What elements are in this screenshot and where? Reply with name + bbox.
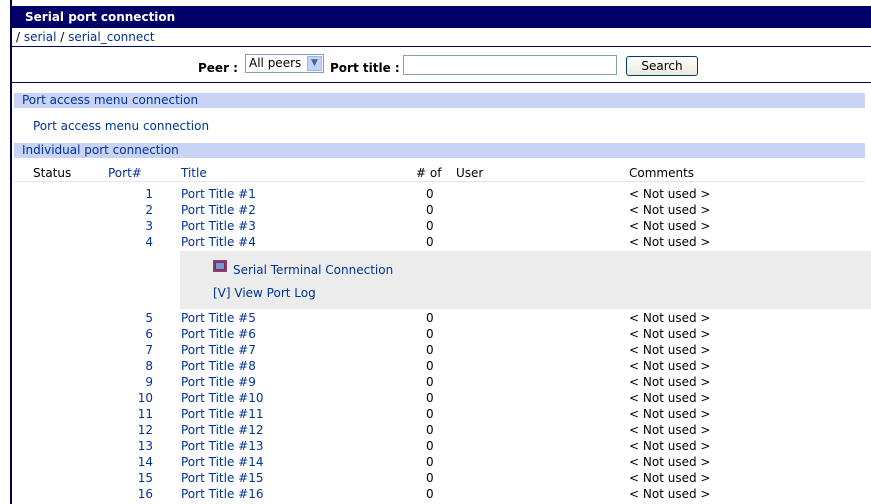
port-title-link[interactable]: Port Title #4 <box>181 234 256 250</box>
peer-label: Peer : <box>198 61 238 75</box>
session-count: 0 <box>426 455 434 469</box>
port-number-link[interactable]: 5 <box>123 310 153 326</box>
port-comment: < Not used > <box>629 235 711 249</box>
breadcrumb-serial-link[interactable]: serial <box>24 30 57 44</box>
port-comment: < Not used > <box>629 219 711 233</box>
port-number-link[interactable]: 2 <box>123 202 153 218</box>
search-bar: Peer : All peers ▼ Port title : Search <box>10 52 871 82</box>
port-comment: < Not used > <box>629 423 711 437</box>
serial-terminal-link[interactable]: Serial Terminal Connection <box>233 262 393 278</box>
port-title-link[interactable]: Port Title #3 <box>181 218 256 234</box>
port-number-link[interactable]: 16 <box>123 486 153 502</box>
breadcrumb: / serial / serial_connect <box>16 30 155 44</box>
port-comment: < Not used > <box>629 327 711 341</box>
port-title-link[interactable]: Port Title #14 <box>181 454 263 470</box>
port-title-link[interactable]: Port Title #15 <box>181 470 263 486</box>
port-title-label: Port title : <box>330 61 400 75</box>
port-comment: < Not used > <box>629 187 711 201</box>
port-number-link[interactable]: 3 <box>123 218 153 234</box>
port-number-link[interactable]: 13 <box>123 438 153 454</box>
session-count: 0 <box>426 187 434 201</box>
session-count: 0 <box>426 359 434 373</box>
session-count: 0 <box>426 235 434 249</box>
breadcrumb-serial-connect-link[interactable]: serial_connect <box>68 30 154 44</box>
port-number-link[interactable]: 12 <box>123 422 153 438</box>
session-count: 0 <box>426 439 434 453</box>
port-comment: < Not used > <box>629 391 711 405</box>
port-comment: < Not used > <box>629 375 711 389</box>
port-title-input[interactable] <box>403 55 617 75</box>
port-number-link[interactable]: 14 <box>123 454 153 470</box>
port-title-link[interactable]: Port Title #6 <box>181 326 256 342</box>
port-comment: < Not used > <box>629 471 711 485</box>
view-port-log-link[interactable]: [V] View Port Log <box>213 285 316 301</box>
port-number-link[interactable]: 7 <box>123 342 153 358</box>
port-title-link[interactable]: Port Title #12 <box>181 422 263 438</box>
port-number-link[interactable]: 9 <box>123 374 153 390</box>
column-header-user: User <box>456 166 484 180</box>
column-header-status: Status <box>33 166 72 180</box>
search-button[interactable]: Search <box>626 56 698 76</box>
port-title-link[interactable]: Port Title #9 <box>181 374 256 390</box>
divider <box>10 82 871 83</box>
port-title-link[interactable]: Port Title #11 <box>181 406 263 422</box>
column-header-comments: Comments <box>629 166 695 180</box>
port-comment: < Not used > <box>629 487 711 501</box>
port-comment: < Not used > <box>629 359 711 373</box>
page-frame: Serial port connection / serial / serial… <box>10 0 871 504</box>
port-number-link[interactable]: 8 <box>123 358 153 374</box>
session-count: 0 <box>426 311 434 325</box>
port-title-link[interactable]: Port Title #8 <box>181 358 256 374</box>
terminal-icon[interactable] <box>213 260 227 272</box>
port-title-link[interactable]: Port Title #7 <box>181 342 256 358</box>
page-title: Serial port connection <box>10 6 871 28</box>
column-header-title[interactable]: Title <box>181 166 207 180</box>
port-number-link[interactable]: 15 <box>123 470 153 486</box>
left-border <box>10 0 12 504</box>
column-header-port[interactable]: Port# <box>108 166 142 180</box>
port-number-link[interactable]: 11 <box>123 406 153 422</box>
port-title-link[interactable]: Port Title #1 <box>181 186 256 202</box>
port-title-link[interactable]: Port Title #10 <box>181 390 263 406</box>
peer-select[interactable]: All peers ▼ <box>245 54 324 73</box>
session-count: 0 <box>426 487 434 501</box>
breadcrumb-prefix: / <box>16 30 24 44</box>
port-comment: < Not used > <box>629 343 711 357</box>
session-count: 0 <box>426 219 434 233</box>
port-comment: < Not used > <box>629 311 711 325</box>
peer-select-value: All peers <box>249 56 302 70</box>
column-header-count: # of <box>416 166 442 180</box>
session-count: 0 <box>426 343 434 357</box>
section-header-individual: Individual port connection <box>14 143 865 158</box>
port-number-link[interactable]: 1 <box>123 186 153 202</box>
port-comment: < Not used > <box>629 407 711 421</box>
port-comment: < Not used > <box>629 439 711 453</box>
session-count: 0 <box>426 423 434 437</box>
port-comment: < Not used > <box>629 203 711 217</box>
port-number-link[interactable]: 10 <box>123 390 153 406</box>
session-count: 0 <box>426 407 434 421</box>
port-title-link[interactable]: Port Title #16 <box>181 486 263 502</box>
port-number-link[interactable]: 6 <box>123 326 153 342</box>
section-header-menu: Port access menu connection <box>14 93 865 108</box>
session-count: 0 <box>426 327 434 341</box>
breadcrumb-separator: / <box>56 30 69 44</box>
port-comment: < Not used > <box>629 455 711 469</box>
session-count: 0 <box>426 471 434 485</box>
port-number-link[interactable]: 4 <box>123 234 153 250</box>
chevron-down-icon[interactable]: ▼ <box>307 56 322 71</box>
port-title-link[interactable]: Port Title #13 <box>181 438 263 454</box>
header-divider <box>14 181 865 182</box>
session-count: 0 <box>426 391 434 405</box>
port-access-menu-link[interactable]: Port access menu connection <box>33 118 209 134</box>
port-title-link[interactable]: Port Title #2 <box>181 202 256 218</box>
divider <box>10 46 871 47</box>
session-count: 0 <box>426 203 434 217</box>
session-count: 0 <box>426 375 434 389</box>
port-title-link[interactable]: Port Title #5 <box>181 310 256 326</box>
